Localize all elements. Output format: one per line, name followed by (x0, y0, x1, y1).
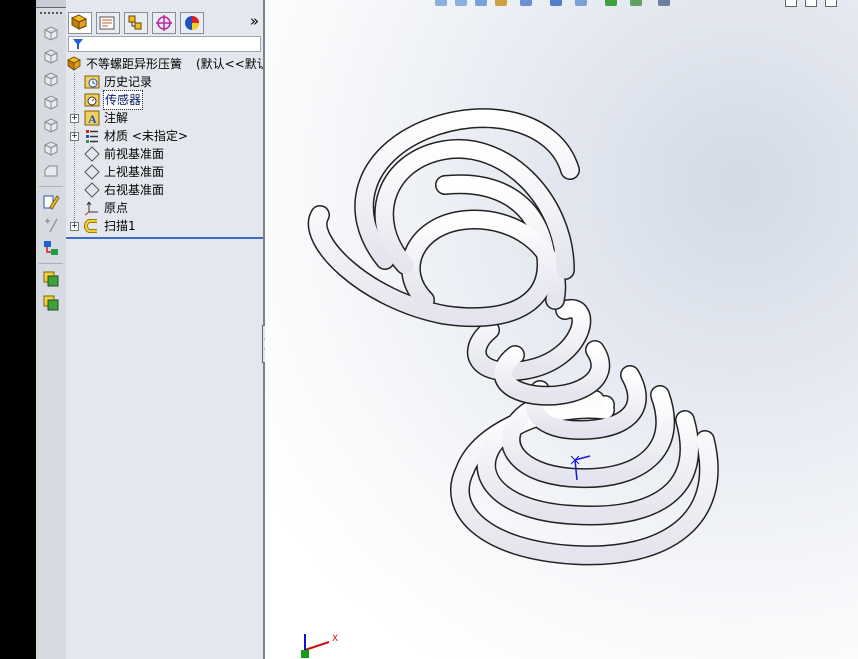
tree-item-label: 历史记录 (104, 75, 153, 89)
filter-icon (73, 39, 83, 49)
tree-item-material[interactable]: + 材质 <未指定> (66, 127, 263, 145)
box-view-icon[interactable] (42, 139, 60, 157)
box-view-icon[interactable] (42, 24, 60, 42)
expand-toggle[interactable]: + (70, 114, 79, 123)
box-view-icon[interactable] (42, 70, 60, 88)
box-view-icon[interactable] (42, 162, 60, 180)
plane-icon (84, 146, 100, 162)
tree-root[interactable]: 不等螺距异形压簧 (默认<<默认 (66, 55, 269, 73)
sensor-icon (84, 93, 100, 107)
tab-feature-manager[interactable] (68, 12, 92, 34)
tree-guide-line (74, 73, 75, 228)
part-icon (67, 56, 81, 71)
tab-dimxpert-manager[interactable] (152, 12, 176, 34)
tree-item-label: 上视基准面 (104, 165, 165, 179)
tree-item-label: 前视基准面 (104, 147, 165, 161)
feature-manager-icon (70, 14, 88, 30)
spring-model[interactable] (265, 0, 858, 659)
tree-item-label: 原点 (104, 201, 129, 215)
toolbar-separator (39, 186, 63, 187)
tree-item-label: 注解 (104, 111, 129, 125)
history-icon (84, 75, 100, 89)
layer-icon[interactable] (42, 270, 60, 288)
configuration-manager-icon (128, 15, 142, 30)
box-view-icon[interactable] (42, 93, 60, 111)
origin-icon (84, 201, 98, 216)
left-screen-edge (0, 0, 36, 659)
svg-text:A: A (88, 112, 97, 126)
tab-property-manager[interactable] (96, 12, 120, 34)
feature-manager-panel: » 不等螺距异形压簧 (默认<<默认 历史记录 传感器 + A 注解 + 材质 … (66, 0, 269, 659)
sweep-icon (84, 219, 97, 233)
configuration-name: (默认<<默认 (196, 57, 269, 71)
plane-icon (84, 164, 100, 180)
box-view-icon[interactable] (42, 47, 60, 65)
tree-item-label: 右视基准面 (104, 183, 165, 197)
tab-configuration-manager[interactable] (124, 12, 148, 34)
tree-item-label: 材质 <未指定> (104, 129, 188, 143)
part-name: 不等螺距异形压簧 (86, 57, 183, 71)
tree-filter-input[interactable] (68, 36, 261, 52)
material-icon (86, 130, 98, 143)
plane-icon (84, 182, 100, 198)
display-manager-icon (185, 16, 199, 30)
property-manager-icon (99, 16, 115, 30)
expand-toggle[interactable]: + (70, 222, 79, 231)
panel-tab-bar: » (66, 10, 263, 36)
box-view-icon[interactable] (42, 116, 60, 134)
sketch-pencil-icon[interactable] (42, 193, 60, 211)
dimxpert-icon (156, 15, 172, 31)
view-triad (301, 634, 330, 658)
relation-icon[interactable] (42, 239, 60, 257)
toolbar-separator (39, 263, 63, 264)
command-toolbar-vertical (36, 0, 67, 659)
annotation-icon: A (84, 110, 100, 126)
triad-x-label: X (332, 634, 339, 644)
graphics-viewport[interactable]: X (265, 0, 858, 659)
tree-end-marker (66, 237, 263, 239)
tab-display-manager[interactable] (180, 12, 204, 34)
tree-item-label: 扫描1 (104, 219, 136, 233)
toolbar-grip[interactable] (40, 12, 62, 16)
layer-icon[interactable] (42, 294, 60, 312)
more-tabs-button[interactable]: » (250, 12, 259, 30)
tree-item-annotations[interactable]: + A 注解 (66, 109, 263, 127)
tree-item-sweep[interactable]: + 扫描1 (66, 217, 263, 235)
tree-item-label: 传感器 (102, 90, 144, 110)
expand-toggle[interactable]: + (70, 132, 79, 141)
smart-dimension-icon[interactable] (42, 216, 60, 234)
